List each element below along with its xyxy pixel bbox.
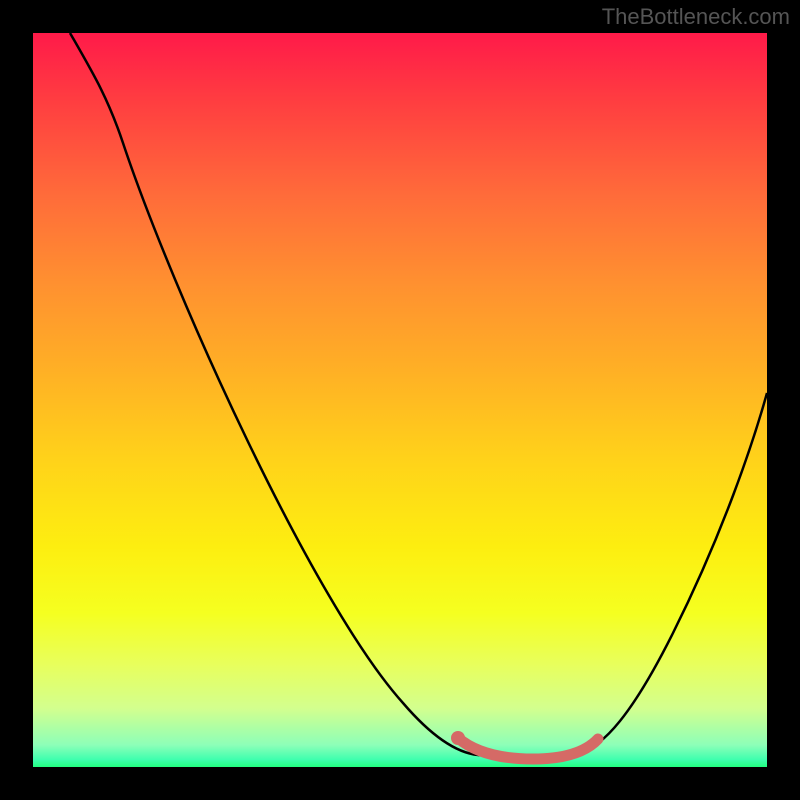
bottleneck-curve-path [70,33,767,758]
chart-svg [33,33,767,767]
optimal-zone-highlight-path [458,738,598,759]
watermark-text: TheBottleneck.com [602,4,790,30]
optimal-zone-start-dot [451,731,465,745]
chart-plot-area [33,33,767,767]
